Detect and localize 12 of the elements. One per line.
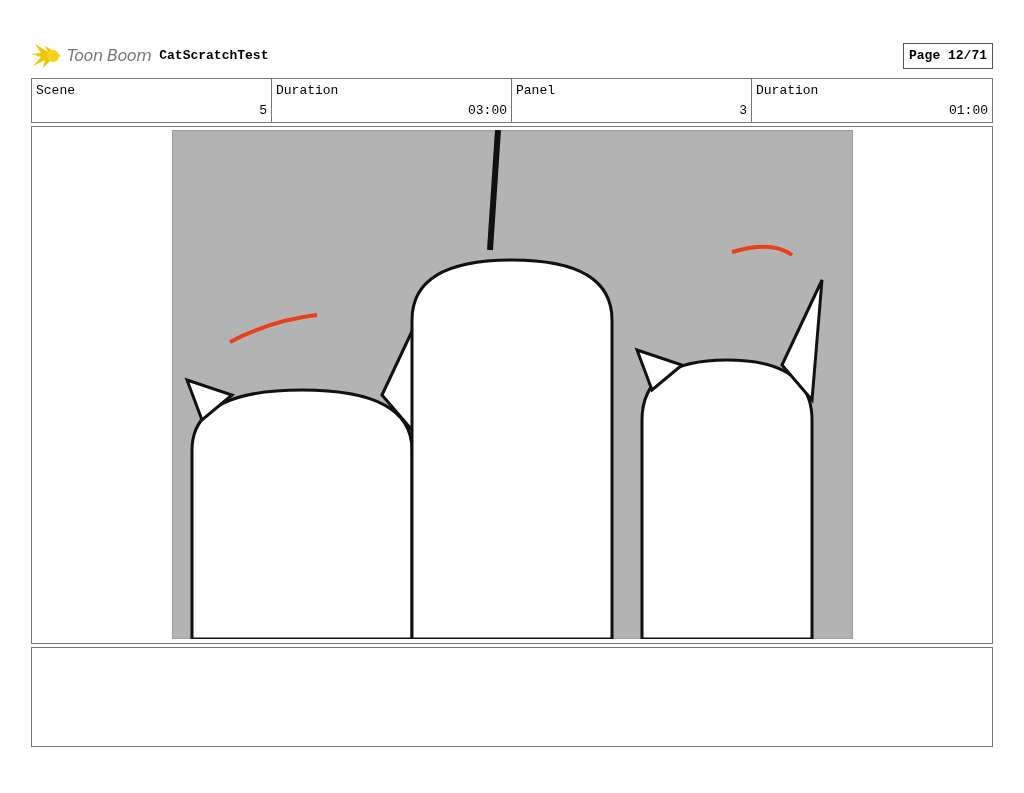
cell-content: 3 — [738, 101, 747, 120]
cell-heading: Duration — [756, 82, 820, 100]
cell-content: 5 — [258, 101, 267, 120]
cell-content: 01:00 — [948, 101, 988, 120]
cell-heading: Panel — [516, 82, 556, 100]
logo-text: Toon Boom — [67, 45, 152, 67]
page-number: Page 12/71 — [903, 43, 993, 69]
cell-heading: Scene — [36, 82, 76, 100]
cell-content: 03:00 — [467, 101, 507, 120]
project-title: CatScratchTest — [159, 47, 269, 66]
cell-heading: Duration — [276, 82, 340, 100]
starburst-logo-icon — [31, 42, 63, 70]
